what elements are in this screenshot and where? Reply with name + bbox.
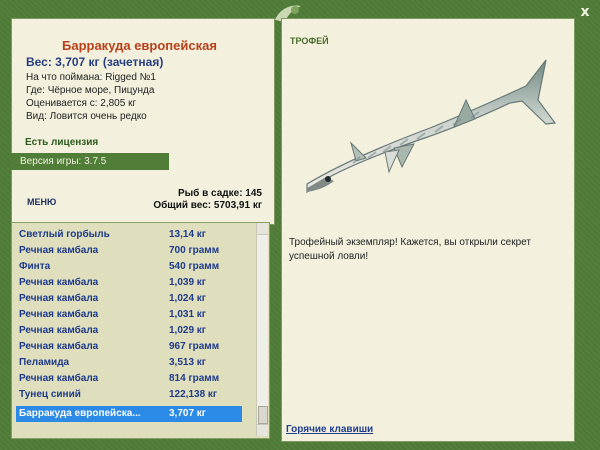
list-item[interactable]: Речная камбала 700 грамм [16,243,242,259]
fish-in-cage: Рыб в садке: 145 [177,188,262,199]
close-icon[interactable]: x [578,5,592,19]
list-item[interactable]: Финта 540 грамм [16,259,242,275]
species-info: Вид: Ловится очень редко [26,111,147,122]
list-item[interactable]: Речная камбала 967 грамм [16,339,242,355]
list-item[interactable]: Речная камбала 1,024 кг [16,291,242,307]
hotkeys-link[interactable]: Горячие клавиши [286,424,373,435]
total-weight: Общий вес: 5703,91 кг [153,200,262,211]
list-item[interactable]: Пеламида 3,513 кг [16,355,242,371]
game-version: Версия игры: 3.7.5 [11,153,169,170]
list-item[interactable]: Светлый горбыль 13,14 кг [16,227,242,243]
barracuda-image [306,59,557,194]
fish-name: Барракуда европейская [62,38,217,53]
selected-list-item[interactable]: Барракуда европейска... 3,707 кг [16,406,242,422]
list-item[interactable]: Речная камбала 1,031 кг [16,307,242,323]
bait-info: На что поймана: Rigged №1 [26,72,156,83]
list-scrollbar[interactable] [256,223,268,436]
license-status: Есть лицензия [25,137,99,148]
catch-list[interactable]: Светлый горбыль 13,14 кг Речная камбала 70… [11,222,270,439]
fish-weight: Вес: 3,707 кг (зачетная) [26,55,164,69]
catch-stats: Рыб в садке: 145 Общий вес: 5703,91 кг [153,188,262,212]
list-item[interactable]: Тунец синий 122,138 кг [16,387,242,403]
menu-button[interactable]: МЕНЮ [27,197,56,207]
list-item[interactable]: Речная камбала 814 грамм [16,371,242,387]
list-item[interactable]: Речная камбала 1,039 кг [16,275,242,291]
scroll-down-icon[interactable] [257,424,268,436]
value-info: Оценивается с: 2,805 кг [26,98,137,109]
trophy-comment: Трофейный экземпляр! Кажется, вы открыли… [289,237,531,262]
scroll-up-icon[interactable] [257,223,268,235]
list-item[interactable]: Речная камбала 1,029 кг [16,323,242,339]
scroll-thumb[interactable] [258,406,268,424]
location-info: Где: Чёрное море, Пицунда [26,85,155,96]
